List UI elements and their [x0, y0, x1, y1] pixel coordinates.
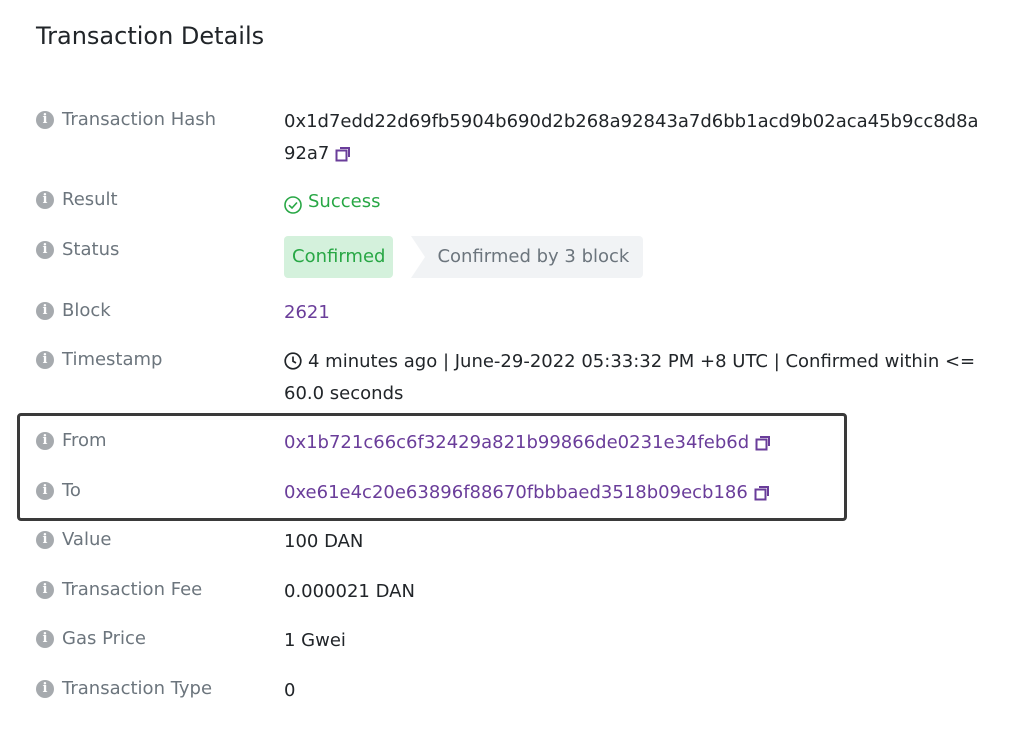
transaction-fee-label: Transaction Fee [62, 579, 203, 600]
label-wrap: i Gas Price [36, 628, 146, 649]
value-value-wrap: 100 DAN [284, 526, 984, 558]
confirmations-badge: Confirmed by 3 block [411, 236, 644, 278]
label-wrap: i Result [36, 189, 118, 210]
timestamp-label: Timestamp [62, 349, 163, 370]
result-value-wrap: Success [284, 186, 984, 225]
from-value-wrap: 0x1b721c66c6f32429a821b99866de0231e34feb… [284, 427, 984, 459]
label-wrap: i Timestamp [36, 349, 162, 370]
label-wrap: i Value [36, 529, 111, 550]
transaction-hash-label: Transaction Hash [62, 109, 217, 130]
transaction-fee-value: 0.000021 DAN [284, 581, 415, 602]
copy-icon[interactable] [335, 141, 351, 162]
block-value-wrap: 2621 [284, 297, 984, 329]
block-label: Block [62, 300, 111, 321]
label-wrap: i Transaction Hash [36, 109, 216, 130]
block-link[interactable]: 2621 [284, 302, 330, 323]
to-label: To [62, 480, 81, 501]
gas-price-value: 1 Gwei [284, 630, 346, 651]
status-value-wrap: Confirmed Confirmed by 3 block [284, 236, 984, 278]
transaction-fee-value-wrap: 0.000021 DAN [284, 576, 984, 608]
result-success: Success [284, 186, 380, 218]
label-wrap: i Transaction Fee [36, 579, 202, 600]
transaction-type-label: Transaction Type [62, 678, 213, 699]
info-icon[interactable]: i [36, 481, 54, 500]
status-label: Status [62, 239, 120, 260]
result-label: Result [62, 189, 118, 210]
result-value: Success [308, 191, 381, 212]
to-value-wrap: 0xe61e4c20e63896f88670fbbbaed3518b09ecb1… [284, 477, 984, 509]
gas-price-label: Gas Price [62, 628, 146, 649]
copy-icon[interactable] [754, 480, 770, 501]
gas-price-value-wrap: 1 Gwei [284, 625, 984, 657]
info-icon[interactable]: i [36, 190, 54, 209]
info-icon[interactable]: i [36, 431, 54, 450]
transaction-hash-value-wrap: 0x1d7edd22d69fb5904b690d2b268a92843a7d6b… [284, 106, 984, 170]
clock-icon [284, 349, 302, 370]
info-icon[interactable]: i [36, 530, 54, 549]
from-address-link[interactable]: 0x1b721c66c6f32429a821b99866de0231e34feb… [284, 432, 749, 453]
label-wrap: i Block [36, 300, 111, 321]
label-wrap: i Status [36, 239, 119, 260]
transaction-type-value: 0 [284, 680, 296, 701]
status-badges: Confirmed Confirmed by 3 block [284, 236, 984, 278]
label-wrap: i From [36, 430, 107, 451]
transaction-hash-value: 0x1d7edd22d69fb5904b690d2b268a92843a7d6b… [284, 111, 979, 164]
timestamp-value-wrap: 4 minutes ago | June-29-2022 05:33:32 PM… [284, 346, 984, 410]
info-icon[interactable]: i [36, 301, 54, 320]
transaction-type-value-wrap: 0 [284, 675, 984, 707]
copy-icon[interactable] [755, 430, 771, 451]
info-icon[interactable]: i [36, 350, 54, 369]
status-badge: Confirmed [284, 236, 394, 278]
info-icon[interactable]: i [36, 629, 54, 648]
label-wrap: i To [36, 480, 81, 501]
info-icon[interactable]: i [36, 679, 54, 698]
to-address-link[interactable]: 0xe61e4c20e63896f88670fbbbaed3518b09ecb1… [284, 482, 748, 503]
check-circle-icon [284, 193, 302, 214]
info-icon[interactable]: i [36, 580, 54, 599]
value-label: Value [62, 529, 112, 550]
info-icon[interactable]: i [36, 240, 54, 259]
value-amount: 100 DAN [284, 531, 364, 552]
page-title: Transaction Details [36, 22, 265, 50]
label-wrap: i Transaction Type [36, 678, 212, 699]
from-label: From [62, 430, 107, 451]
info-icon[interactable]: i [36, 110, 54, 129]
timestamp-value: 4 minutes ago | June-29-2022 05:33:32 PM… [284, 351, 976, 404]
